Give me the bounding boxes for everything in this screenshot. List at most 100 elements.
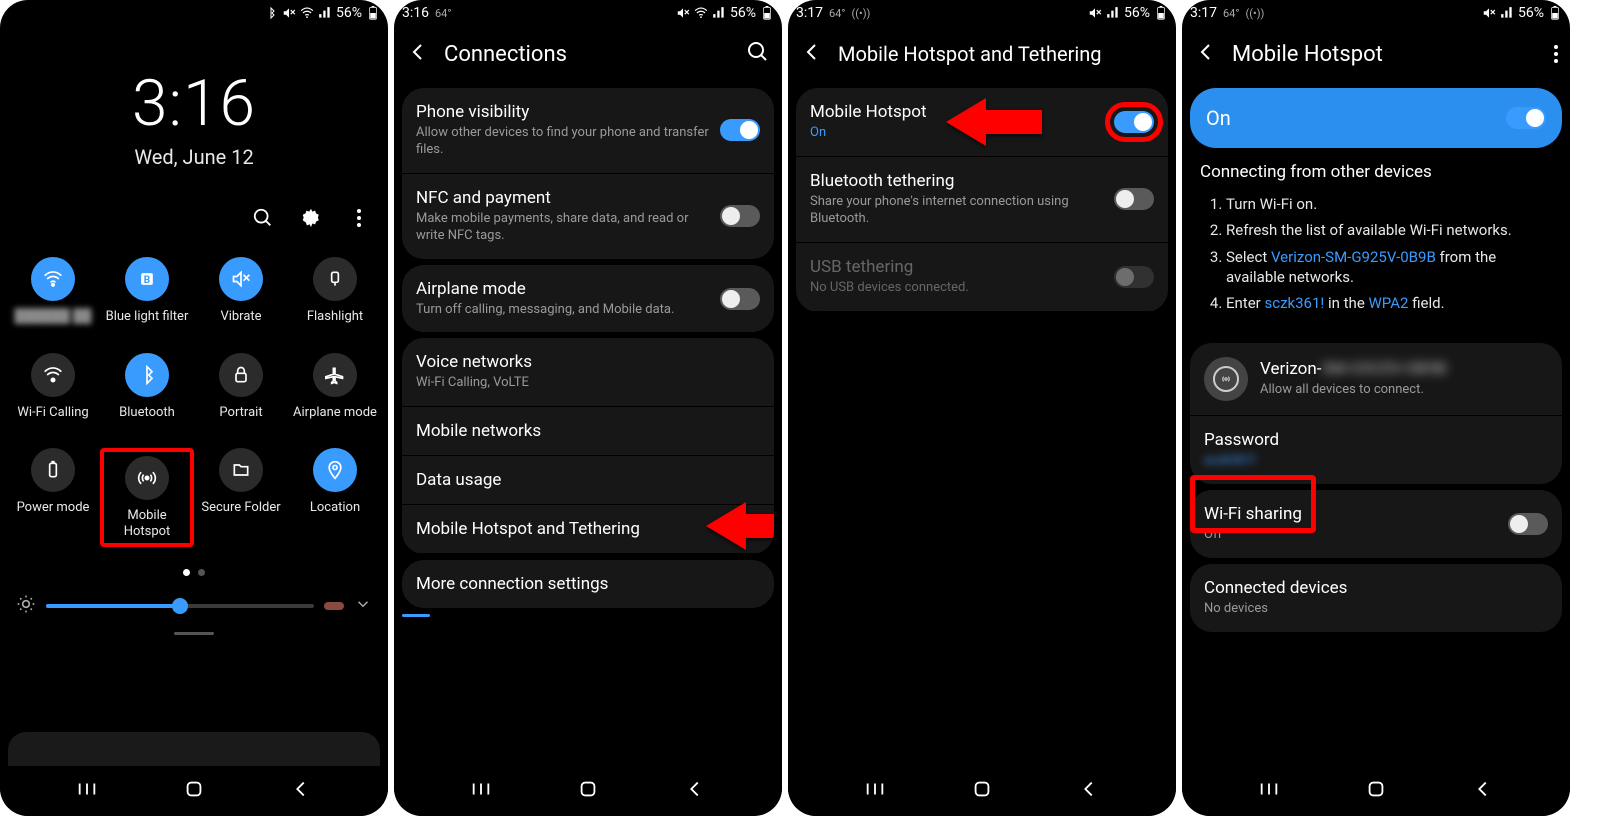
battery-status-icon [1154, 6, 1168, 20]
setting-row[interactable]: Mobile networks [402, 407, 774, 456]
overflow-menu-icon[interactable] [1554, 45, 1558, 63]
signal-status-icon [318, 6, 332, 20]
home-button[interactable] [174, 778, 214, 804]
recents-button[interactable] [461, 778, 501, 804]
battery-icon [31, 448, 75, 492]
connected-devices-sub: No devices [1204, 601, 1538, 618]
tile-label: Power mode [17, 500, 90, 516]
row-title: Mobile Hotspot and Tethering [416, 519, 750, 539]
row-title: Mobile networks [416, 421, 750, 441]
toggle-switch[interactable] [720, 119, 760, 141]
wifi-status-icon [694, 6, 708, 20]
setting-row[interactable]: More connection settings [402, 560, 774, 608]
B-icon: B [125, 257, 169, 301]
toggle-switch [1114, 266, 1154, 288]
battery-percent: 56% [1124, 5, 1150, 21]
setting-row[interactable]: NFC and paymentMake mobile payments, sha… [402, 174, 774, 259]
network-name: Verizon-SM-G925V-0B9B [1260, 359, 1538, 379]
row-title: Bluetooth tethering [810, 171, 1104, 191]
quick-tile-battery[interactable]: Power mode [6, 448, 100, 547]
toggle-switch[interactable] [720, 205, 760, 227]
chevron-down-icon[interactable] [354, 595, 372, 617]
quick-tile-hotspot[interactable]: Mobile Hotspot [100, 448, 194, 547]
bt-icon [125, 353, 169, 397]
brightness-slider[interactable] [46, 604, 314, 608]
link-text: sczk361! [1264, 294, 1324, 312]
instruction-item: Enter sczk361! in the WPA2 field. [1226, 293, 1552, 313]
back-icon[interactable] [800, 40, 824, 68]
home-button[interactable] [962, 778, 1002, 804]
date: Wed, June 12 [0, 145, 388, 169]
back-button[interactable] [675, 778, 715, 804]
overflow-menu-icon[interactable] [348, 207, 370, 229]
tile-label: Secure Folder [201, 500, 280, 516]
status-bar: 3:16 64° 56% [394, 0, 782, 26]
hotspot-active-icon: ((•)) [1245, 7, 1264, 20]
row-title: Data usage [416, 470, 750, 490]
network-name-row[interactable]: Verizon-SM-G925V-0B9B Allow all devices … [1190, 343, 1562, 416]
password-row[interactable]: Password sczk361! [1190, 416, 1562, 484]
search-icon[interactable] [252, 207, 274, 229]
signal-status-icon [1106, 6, 1120, 20]
quick-tile-lock[interactable]: Portrait [194, 353, 288, 421]
toggle-switch[interactable] [1114, 188, 1154, 210]
recents-button[interactable] [67, 778, 107, 804]
tile-label: Mobile Hotspot [106, 508, 188, 539]
quick-tile-wifi[interactable]: ██████ ██ [6, 257, 100, 325]
home-button[interactable] [1356, 778, 1396, 804]
row-subtitle: Wi-Fi Calling, VoLTE [416, 375, 750, 392]
setting-row[interactable]: Data usage [402, 456, 774, 505]
password-label: Password [1204, 430, 1538, 450]
quick-tile-B[interactable]: BBlue light filter [100, 257, 194, 325]
instruction-item: Refresh the list of available Wi-Fi netw… [1226, 220, 1552, 240]
wifi-icon [31, 257, 75, 301]
setting-row[interactable]: Airplane modeTurn off calling, messaging… [402, 265, 774, 333]
instruction-item: Select Verizon-SM-G925V-0B9B from the av… [1226, 247, 1552, 288]
row-title: More connection settings [416, 574, 750, 594]
tile-label: Flashlight [307, 309, 363, 325]
banner-label: On [1206, 106, 1506, 130]
setting-row[interactable]: Phone visibilityAllow other devices to f… [402, 88, 774, 174]
drag-handle[interactable] [174, 632, 214, 635]
hotspot-master-toggle[interactable] [1506, 107, 1546, 129]
back-icon[interactable] [1194, 40, 1218, 68]
toggle-switch[interactable] [720, 288, 760, 310]
wifi-sharing-row[interactable]: Wi-Fi sharing Off [1190, 490, 1562, 558]
auto-brightness-toggle[interactable] [324, 602, 344, 610]
row-subtitle: No USB devices connected. [810, 280, 1104, 297]
row-subtitle: Share your phone's internet connection u… [810, 194, 1104, 228]
toggle-switch[interactable] [1114, 111, 1154, 133]
arrow-callout [946, 98, 1042, 146]
back-icon[interactable] [406, 40, 430, 68]
connected-devices-label: Connected devices [1204, 578, 1538, 598]
setting-row[interactable]: Bluetooth tethering Share your phone's in… [796, 157, 1168, 243]
row-subtitle: Make mobile payments, share data, and re… [416, 211, 710, 245]
recents-button[interactable] [855, 778, 895, 804]
back-button[interactable] [1463, 778, 1503, 804]
brightness-row [0, 594, 388, 618]
quick-tile-vibrate[interactable]: Vibrate [194, 257, 288, 325]
battery-percent: 56% [730, 5, 756, 21]
status-temp: 64° [435, 7, 451, 20]
connected-devices-row[interactable]: Connected devices No devices [1190, 564, 1562, 632]
wifi-status-icon [300, 6, 314, 20]
back-button[interactable] [1069, 778, 1109, 804]
recents-button[interactable] [1249, 778, 1289, 804]
quick-tile-plane[interactable]: Airplane mode [288, 353, 382, 421]
quick-tile-pin[interactable]: Location [288, 448, 382, 547]
home-button[interactable] [568, 778, 608, 804]
tile-label: Wi-Fi Calling [17, 405, 88, 421]
back-button[interactable] [281, 778, 321, 804]
settings-gear-icon[interactable] [300, 207, 322, 229]
status-bar: 3:17 64° ((•)) 56% [788, 0, 1176, 26]
quick-tile-wificall[interactable]: Wi-Fi Calling [6, 353, 100, 421]
connections-settings-panel: 3:16 64° 56% Connections Phone visibilit… [394, 0, 782, 816]
quick-tile-folder[interactable]: Secure Folder [194, 448, 288, 547]
quick-tile-bt[interactable]: Bluetooth [100, 353, 194, 421]
wificall-icon [31, 353, 75, 397]
setting-row[interactable]: Voice networksWi-Fi Calling, VoLTE [402, 338, 774, 407]
hotspot-on-banner[interactable]: On [1190, 88, 1562, 148]
wifi-sharing-toggle[interactable] [1508, 513, 1548, 535]
quick-tile-flash[interactable]: Flashlight [288, 257, 382, 325]
search-icon[interactable] [746, 40, 770, 68]
